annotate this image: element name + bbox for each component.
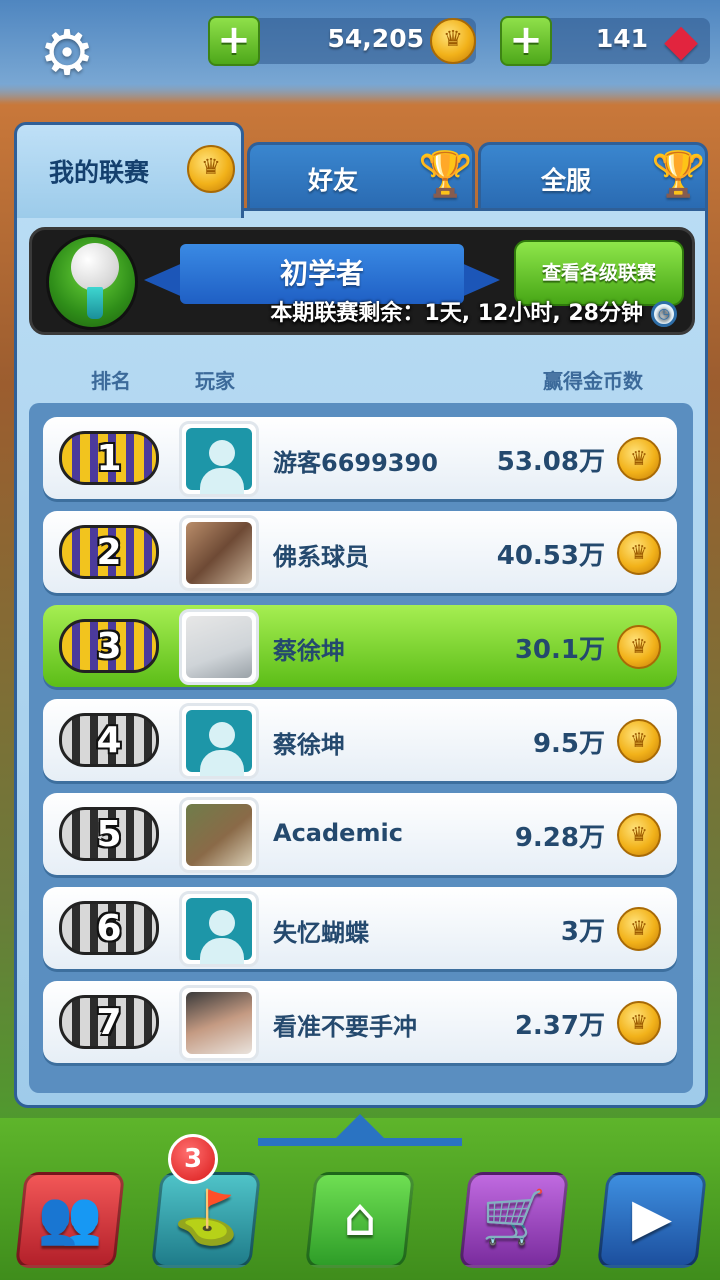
coin-balance: + 54,205 ♛ — [208, 16, 476, 66]
rank-number: 4 — [96, 720, 122, 761]
avatar[interactable] — [179, 985, 259, 1061]
gem-balance: + 141 ◆ — [500, 15, 710, 66]
tab-my-league[interactable]: 我的联赛 ♛ — [14, 122, 244, 218]
play-video-icon: ▶ — [632, 1188, 672, 1248]
player-name: 失忆蝴蝶 — [273, 919, 369, 947]
tab-my-league-label: 我的联赛 — [49, 158, 150, 187]
player-name: 游客6699390 — [273, 449, 438, 477]
golf-ball-icon — [71, 243, 119, 291]
rank-number: 5 — [96, 814, 122, 855]
league-panel: 初学者 查看各级联赛 本期联赛剩余：1天, 12小时, 28分钟 ◷ 排名 玩家 … — [14, 208, 708, 1108]
tab-global[interactable]: 全服 🏆 — [478, 142, 708, 212]
rank-medal-icon: 2 — [59, 525, 159, 579]
crown-coin-icon: ♛ — [617, 907, 661, 951]
player-name: 看准不要手冲 — [273, 1013, 417, 1041]
active-indicator-strip — [258, 1138, 462, 1146]
rank-medal-icon: 3 — [59, 619, 159, 673]
avatar[interactable] — [179, 797, 259, 873]
table-row[interactable]: 3 蔡徐坤 30.1万 ♛ — [43, 605, 677, 687]
coins-won: 9.28万 — [514, 823, 605, 853]
golf-bag-icon: ⛳ — [173, 1188, 239, 1248]
table-row[interactable]: 5 Academic 9.28万 ♛ — [43, 793, 677, 875]
default-avatar-icon[interactable] — [179, 703, 259, 779]
tab-friends-label: 好友 — [308, 166, 359, 195]
home-icon: ⌂ — [343, 1188, 377, 1248]
leaderboard-list[interactable]: 1 游客6699390 53.08万 ♛ 2 佛系球员 40.53万 ♛ 3 蔡徐坤 30.1万 ♛ 4… — [29, 403, 693, 1093]
nav-social-button[interactable]: 👥 — [10, 1158, 130, 1270]
trophy-icon: 🏆 — [418, 149, 473, 200]
people-icon: 👥 — [37, 1188, 103, 1248]
nav-shop-button[interactable]: 🛒 — [454, 1158, 574, 1270]
column-headers: 排名 玩家 赢得金币数 — [17, 359, 711, 395]
column-header-coins: 赢得金币数 — [543, 369, 643, 393]
player-name: 蔡徐坤 — [273, 637, 345, 665]
table-row[interactable]: 2 佛系球员 40.53万 ♛ — [43, 511, 677, 593]
gem-balance-value: 141 — [595, 24, 648, 53]
rank-number: 2 — [96, 532, 122, 573]
coins-won: 40.53万 — [496, 541, 605, 571]
trophy-icon: 🏆 — [651, 149, 706, 200]
coins-won: 30.1万 — [514, 635, 605, 665]
league-timer: 本期联赛剩余：1天, 12小时, 28分钟 ◷ — [197, 295, 677, 329]
table-row[interactable]: 1 游客6699390 53.08万 ♛ — [43, 417, 677, 499]
crown-coin-icon: ♛ — [617, 1001, 661, 1045]
rank-medal-icon: 4 — [59, 713, 159, 767]
avatar[interactable] — [179, 515, 259, 591]
clock-icon: ◷ — [651, 301, 677, 327]
default-avatar-icon[interactable] — [179, 891, 259, 967]
rank-medal-icon: 1 — [59, 431, 159, 485]
table-row[interactable]: 7 看准不要手冲 2.37万 ♛ — [43, 981, 677, 1063]
player-name: Academic — [273, 819, 403, 847]
ruby-gem-icon: ◆ — [664, 15, 698, 66]
rank-number: 1 — [96, 438, 122, 479]
league-timer-text: 本期联赛剩余：1天, 12小时, 28分钟 — [270, 301, 643, 326]
add-gems-button[interactable]: + — [500, 16, 552, 66]
top-bar: ⚙ + 54,205 ♛ + 141 ◆ — [0, 0, 720, 105]
nav-home-button[interactable]: ⌂ — [300, 1158, 420, 1270]
table-row[interactable]: 6 失忆蝴蝶 3万 ♛ — [43, 887, 677, 969]
coins-won: 3万 — [560, 917, 605, 947]
tab-global-label: 全服 — [541, 166, 592, 195]
crown-coin-icon: ♛ — [617, 531, 661, 575]
column-header-rank: 排名 — [91, 369, 131, 393]
coins-won: 2.37万 — [514, 1011, 605, 1041]
coins-won: 53.08万 — [496, 447, 605, 477]
rank-number: 7 — [96, 1002, 122, 1043]
player-name: 蔡徐坤 — [273, 731, 345, 759]
rank-medal-icon: 7 — [59, 995, 159, 1049]
gear-icon[interactable]: ⚙ — [34, 20, 100, 86]
table-row[interactable]: 4 蔡徐坤 9.5万 ♛ — [43, 699, 677, 781]
coin-balance-value: 54,205 — [327, 24, 424, 53]
crown-coin-icon: ♛ — [617, 719, 661, 763]
active-indicator-arrow — [334, 1114, 386, 1140]
add-coins-button[interactable]: + — [208, 16, 260, 66]
column-header-player: 玩家 — [195, 369, 235, 393]
golf-tee-icon — [87, 287, 103, 319]
coins-won: 9.5万 — [532, 729, 605, 759]
crown-coin-icon: ♛ — [617, 437, 661, 481]
tab-friends[interactable]: 好友 🏆 — [247, 142, 475, 212]
player-name: 佛系球员 — [273, 543, 369, 571]
rank-number: 6 — [96, 908, 122, 949]
bottom-nav: 👥 ⛳ 3 ⌂ 🛒 ▶ — [0, 1114, 720, 1280]
nav-video-button[interactable]: ▶ — [592, 1158, 712, 1270]
crown-coin-icon: ♛ — [617, 813, 661, 857]
default-avatar-icon[interactable] — [179, 421, 259, 497]
rank-number: 3 — [96, 626, 122, 667]
notification-badge: 3 — [168, 1134, 218, 1184]
rank-medal-icon: 6 — [59, 901, 159, 955]
crown-coin-icon: ♛ — [617, 625, 661, 669]
shopping-cart-icon: 🛒 — [481, 1188, 547, 1248]
avatar[interactable] — [179, 609, 259, 685]
crown-coin-icon: ♛ — [187, 145, 235, 193]
rank-medal-icon: 5 — [59, 807, 159, 861]
crown-coin-icon: ♛ — [430, 18, 476, 64]
golf-ball-emblem-icon — [46, 234, 138, 330]
